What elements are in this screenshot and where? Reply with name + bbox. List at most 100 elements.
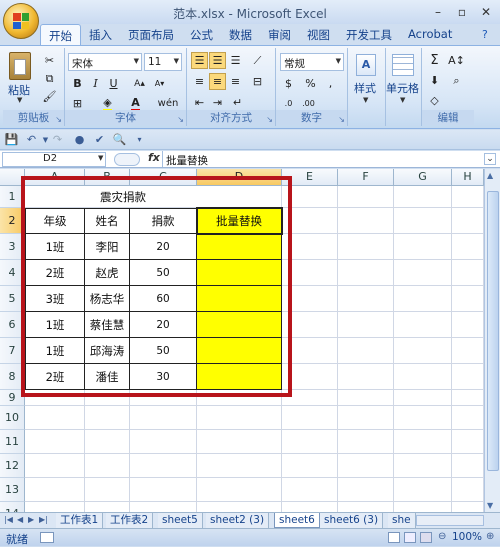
horizontal-scrollbar[interactable]	[416, 515, 484, 526]
copy-icon[interactable]: ⧉	[41, 70, 58, 87]
grid-cell[interactable]	[25, 478, 85, 502]
row-header[interactable]: 8	[0, 364, 25, 390]
currency-icon[interactable]: $	[280, 75, 297, 92]
column-header[interactable]: B	[85, 169, 130, 186]
increase-indent-icon[interactable]: ⇥	[209, 94, 226, 111]
grid-cell[interactable]	[282, 478, 338, 502]
grid-cell[interactable]	[282, 338, 338, 364]
grid-cell[interactable]	[394, 390, 452, 406]
grid-cell[interactable]	[338, 364, 394, 390]
grid-cell[interactable]	[338, 208, 394, 234]
find-select-icon[interactable]: ⌕	[448, 72, 465, 89]
number-format-select[interactable]: 常规 ▼	[280, 53, 344, 71]
grid-cell[interactable]	[452, 406, 484, 430]
table-header-cell[interactable]: 年级	[25, 208, 85, 234]
print-preview-icon[interactable]: 🔍	[112, 132, 127, 147]
tab-home[interactable]: 开始	[40, 24, 81, 46]
normal-view-icon[interactable]	[388, 532, 400, 543]
grid-cell[interactable]	[130, 390, 197, 406]
grid-cell[interactable]	[452, 502, 484, 512]
customize-qat-icon[interactable]: ▾	[132, 132, 147, 147]
first-sheet-icon[interactable]: |◀	[4, 515, 13, 524]
table-data-cell[interactable]: 50	[130, 338, 197, 364]
row-header[interactable]: 3	[0, 234, 25, 260]
grow-font-icon[interactable]: A▴	[131, 75, 148, 92]
row-header[interactable]: 6	[0, 312, 25, 338]
grid-cell[interactable]	[282, 234, 338, 260]
fill-icon[interactable]: ⬇	[426, 72, 443, 89]
orientation-icon[interactable]: ⟋	[249, 52, 266, 69]
grid-cell[interactable]	[85, 406, 130, 430]
grid-cell[interactable]	[25, 502, 85, 512]
grid-cell[interactable]	[197, 502, 282, 512]
spreadsheet-grid[interactable]: A B C D E F G H 1 2 年级 姓名 捐款 批量替换 3 1班 李阳 20 4 2班 赵虎 50 5 3班 杨志华…	[0, 169, 484, 512]
page-break-view-icon[interactable]	[420, 532, 432, 543]
grid-cell[interactable]	[282, 454, 338, 478]
grid-cell[interactable]	[197, 478, 282, 502]
select-all-button[interactable]	[0, 169, 25, 186]
autosum-icon[interactable]: Σ	[426, 52, 443, 69]
row-header[interactable]: 13	[0, 478, 25, 502]
grid-cell[interactable]	[338, 454, 394, 478]
grid-cell[interactable]	[282, 186, 338, 208]
format-painter-icon[interactable]: 🖌	[41, 88, 58, 105]
align-left-icon[interactable]: ≡	[191, 73, 208, 90]
grid-cell[interactable]	[394, 260, 452, 286]
sort-filter-icon[interactable]: A↕	[448, 52, 465, 69]
row-header[interactable]: 10	[0, 406, 25, 430]
grid-cell[interactable]	[394, 286, 452, 312]
clear-icon[interactable]: ◇	[426, 92, 443, 109]
underline-button[interactable]: U	[105, 75, 122, 92]
grid-cell[interactable]	[394, 406, 452, 430]
grid-cell[interactable]	[394, 430, 452, 454]
column-header[interactable]: H	[452, 169, 484, 186]
styles-icon[interactable]: A	[356, 54, 376, 76]
grid-cell[interactable]	[25, 406, 85, 430]
grid-cell[interactable]	[282, 390, 338, 406]
record-icon[interactable]: ●	[72, 132, 87, 147]
table-data-cell[interactable]: 李阳	[85, 234, 130, 260]
table-data-cell[interactable]	[197, 312, 282, 338]
grid-cell[interactable]	[338, 502, 394, 512]
table-data-cell[interactable]	[197, 364, 282, 390]
merge-center-icon[interactable]: ⊟	[249, 73, 266, 90]
grid-cell[interactable]	[394, 312, 452, 338]
grid-cell[interactable]	[452, 286, 484, 312]
decrease-indent-icon[interactable]: ⇤	[191, 94, 208, 111]
table-data-cell[interactable]: 2班	[25, 364, 85, 390]
tab-review[interactable]: 审阅	[260, 24, 299, 46]
grid-cell[interactable]	[338, 430, 394, 454]
table-title-cell[interactable]: 震灾捐款	[25, 186, 282, 208]
grid-cell[interactable]	[197, 454, 282, 478]
grid-cell[interactable]	[282, 406, 338, 430]
tab-insert[interactable]: 插入	[81, 24, 120, 46]
office-button[interactable]	[3, 3, 39, 39]
percent-icon[interactable]: %	[302, 75, 319, 92]
table-data-cell[interactable]: 30	[130, 364, 197, 390]
grid-cell[interactable]	[452, 338, 484, 364]
column-header[interactable]: C	[130, 169, 197, 186]
row-header[interactable]: 7	[0, 338, 25, 364]
table-data-cell[interactable]: 蔡佳慧	[85, 312, 130, 338]
grid-cell[interactable]	[25, 390, 85, 406]
grid-cell[interactable]	[338, 312, 394, 338]
scroll-down-icon[interactable]: ▼	[487, 501, 493, 510]
grid-cell[interactable]	[197, 430, 282, 454]
grid-cell[interactable]	[452, 478, 484, 502]
grid-cell[interactable]	[130, 454, 197, 478]
table-data-cell[interactable]: 杨志华	[85, 286, 130, 312]
tab-acrobat[interactable]: Acrobat	[400, 24, 460, 46]
grid-cell[interactable]	[338, 338, 394, 364]
number-launcher-icon[interactable]: ↘	[338, 115, 345, 124]
paste-dropdown-icon[interactable]: ▼	[17, 96, 22, 104]
grid-cell[interactable]	[452, 186, 484, 208]
grid-cell[interactable]	[85, 390, 130, 406]
name-box-dropdown-icon[interactable]: ▼	[98, 154, 103, 162]
spelling-icon[interactable]: ✔	[92, 132, 107, 147]
align-center-icon[interactable]: ≡	[209, 73, 226, 90]
grid-cell[interactable]	[282, 286, 338, 312]
prev-sheet-icon[interactable]: ◀	[17, 515, 23, 524]
grid-cell[interactable]	[394, 186, 452, 208]
grid-cell[interactable]	[452, 260, 484, 286]
grid-cell[interactable]	[338, 234, 394, 260]
